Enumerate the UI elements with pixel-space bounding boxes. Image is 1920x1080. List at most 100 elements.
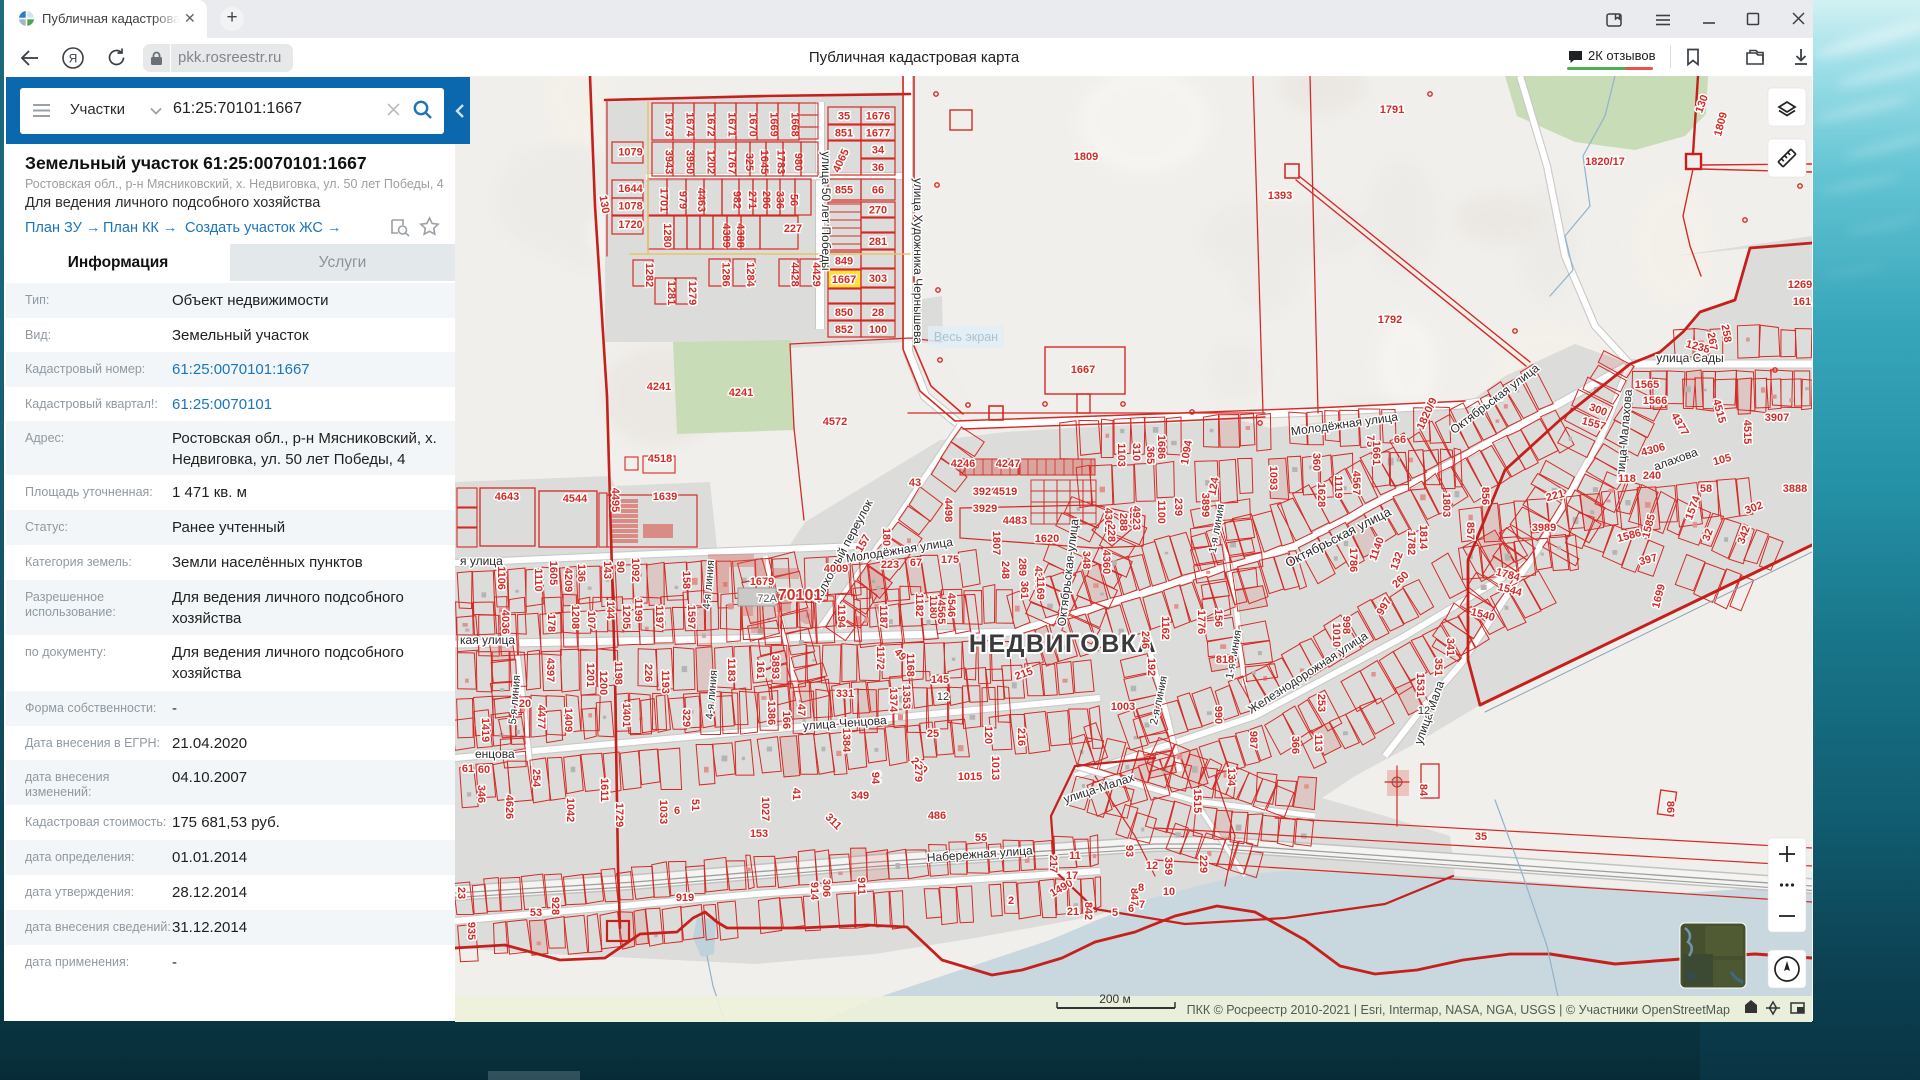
svg-text:229: 229 xyxy=(1197,855,1209,873)
svg-text:1282: 1282 xyxy=(643,263,655,287)
svg-text:1042: 1042 xyxy=(564,798,576,822)
svg-text:1401: 1401 xyxy=(620,703,632,727)
svg-text:228: 228 xyxy=(1105,524,1117,542)
svg-text:ПКК © Росреестр 2010-2021 | Es: ПКК © Росреестр 2010-2021 | Esri, Interm… xyxy=(1187,1003,1730,1017)
svg-text:1701: 1701 xyxy=(658,188,670,212)
svg-text:1198: 1198 xyxy=(612,661,624,685)
svg-text:1645: 1645 xyxy=(758,150,770,174)
svg-text:346: 346 xyxy=(475,785,487,803)
svg-text:1565: 1565 xyxy=(1635,379,1659,391)
svg-text:1677: 1677 xyxy=(866,128,890,140)
svg-text:359: 359 xyxy=(1162,857,1174,875)
svg-text:1280: 1280 xyxy=(661,223,673,247)
svg-text:93: 93 xyxy=(1123,845,1135,857)
svg-text:4477: 4477 xyxy=(535,705,547,729)
svg-text:253: 253 xyxy=(1315,694,1327,712)
svg-text:4246: 4246 xyxy=(951,458,975,470)
svg-text:4519: 4519 xyxy=(993,486,1017,498)
svg-text:286: 286 xyxy=(760,191,772,209)
svg-text:935: 935 xyxy=(465,922,477,940)
svg-text:1353: 1353 xyxy=(900,685,912,709)
svg-text:90: 90 xyxy=(614,561,626,573)
svg-text:226: 226 xyxy=(642,664,654,682)
svg-text:223: 223 xyxy=(881,559,899,571)
svg-text:156: 156 xyxy=(1212,609,1224,627)
svg-text:161: 161 xyxy=(754,661,766,679)
svg-text:4626: 4626 xyxy=(503,795,515,819)
svg-text:66: 66 xyxy=(1394,434,1406,446)
svg-text:366: 366 xyxy=(1289,736,1301,754)
svg-text:1092: 1092 xyxy=(629,558,641,582)
svg-text:1384: 1384 xyxy=(840,728,852,753)
svg-text:1197: 1197 xyxy=(653,605,665,629)
svg-text:72А: 72А xyxy=(757,593,777,605)
svg-text:145: 145 xyxy=(931,674,949,686)
svg-text:47: 47 xyxy=(795,704,807,716)
svg-text:4036: 4036 xyxy=(499,610,511,634)
svg-text:361: 361 xyxy=(1018,581,1030,599)
svg-text:166: 166 xyxy=(780,711,792,729)
svg-text:120: 120 xyxy=(982,726,994,744)
svg-text:1644: 1644 xyxy=(618,183,643,195)
svg-text:486: 486 xyxy=(928,810,946,822)
svg-text:43: 43 xyxy=(909,477,921,489)
svg-text:1010: 1010 xyxy=(1330,623,1342,647)
svg-text:61: 61 xyxy=(462,763,474,775)
svg-text:3893: 3893 xyxy=(769,655,781,679)
svg-text:1628: 1628 xyxy=(1315,483,1327,507)
svg-text:34: 34 xyxy=(872,145,885,157)
svg-text:1100: 1100 xyxy=(1155,500,1167,524)
svg-text:улица Художника Чернышева: улица Художника Чернышева xyxy=(911,178,925,344)
svg-text:енцова: енцова xyxy=(475,747,515,761)
svg-text:341: 341 xyxy=(1444,638,1456,656)
svg-text:289: 289 xyxy=(1016,558,1028,576)
svg-text:1786: 1786 xyxy=(1347,548,1359,572)
svg-text:53: 53 xyxy=(530,907,542,919)
svg-text:134: 134 xyxy=(1225,768,1237,787)
svg-text:153: 153 xyxy=(750,828,768,840)
svg-text:4209: 4209 xyxy=(562,568,574,592)
svg-text:1667: 1667 xyxy=(832,274,856,286)
svg-text:4518: 4518 xyxy=(648,453,672,465)
svg-text:1003: 1003 xyxy=(1111,701,1135,713)
svg-text:3989: 3989 xyxy=(1532,522,1556,534)
svg-text:3907: 3907 xyxy=(1765,412,1789,424)
svg-text:1386: 1386 xyxy=(765,701,777,725)
svg-text:6: 6 xyxy=(1128,903,1134,915)
svg-text:1676: 1676 xyxy=(866,111,890,123)
svg-text:улица 50 лет Победы: улица 50 лет Победы xyxy=(819,151,833,270)
svg-text:113: 113 xyxy=(1312,734,1324,752)
svg-text:100: 100 xyxy=(869,324,887,336)
svg-text:365: 365 xyxy=(1144,446,1156,464)
svg-text:НЕДВИГОВКА: НЕДВИГОВКА xyxy=(969,630,1157,658)
svg-text:4515: 4515 xyxy=(1741,420,1753,444)
svg-text:55: 55 xyxy=(975,832,987,844)
svg-text:987: 987 xyxy=(1247,731,1259,749)
svg-text:349: 349 xyxy=(851,790,869,802)
svg-text:3899: 3899 xyxy=(1199,493,1211,517)
svg-text:1119: 1119 xyxy=(1332,475,1344,498)
svg-text:1106: 1106 xyxy=(495,566,507,590)
svg-text:281: 281 xyxy=(869,236,887,248)
svg-text:35: 35 xyxy=(1475,831,1487,843)
svg-text:1605: 1605 xyxy=(547,561,559,585)
svg-text:217: 217 xyxy=(1047,855,1059,873)
svg-text:914: 914 xyxy=(808,882,820,901)
svg-text:1639: 1639 xyxy=(653,491,677,503)
svg-text:842: 842 xyxy=(1082,902,1094,920)
svg-text:12: 12 xyxy=(1418,705,1430,717)
svg-text:331: 331 xyxy=(836,688,854,700)
svg-text:271: 271 xyxy=(746,191,758,209)
svg-text:325: 325 xyxy=(743,153,755,171)
svg-text:246: 246 xyxy=(1139,631,1151,649)
svg-text:982: 982 xyxy=(731,191,743,209)
svg-text:360: 360 xyxy=(1310,453,1322,471)
svg-text:849: 849 xyxy=(835,256,853,268)
svg-text:1393: 1393 xyxy=(1268,190,1292,202)
svg-text:1279: 1279 xyxy=(686,281,698,305)
svg-text:1419: 1419 xyxy=(479,718,491,742)
svg-text:818: 818 xyxy=(1216,654,1234,666)
svg-text:254: 254 xyxy=(530,769,542,788)
svg-text:51: 51 xyxy=(689,799,701,811)
svg-text:1162: 1162 xyxy=(1159,616,1171,640)
